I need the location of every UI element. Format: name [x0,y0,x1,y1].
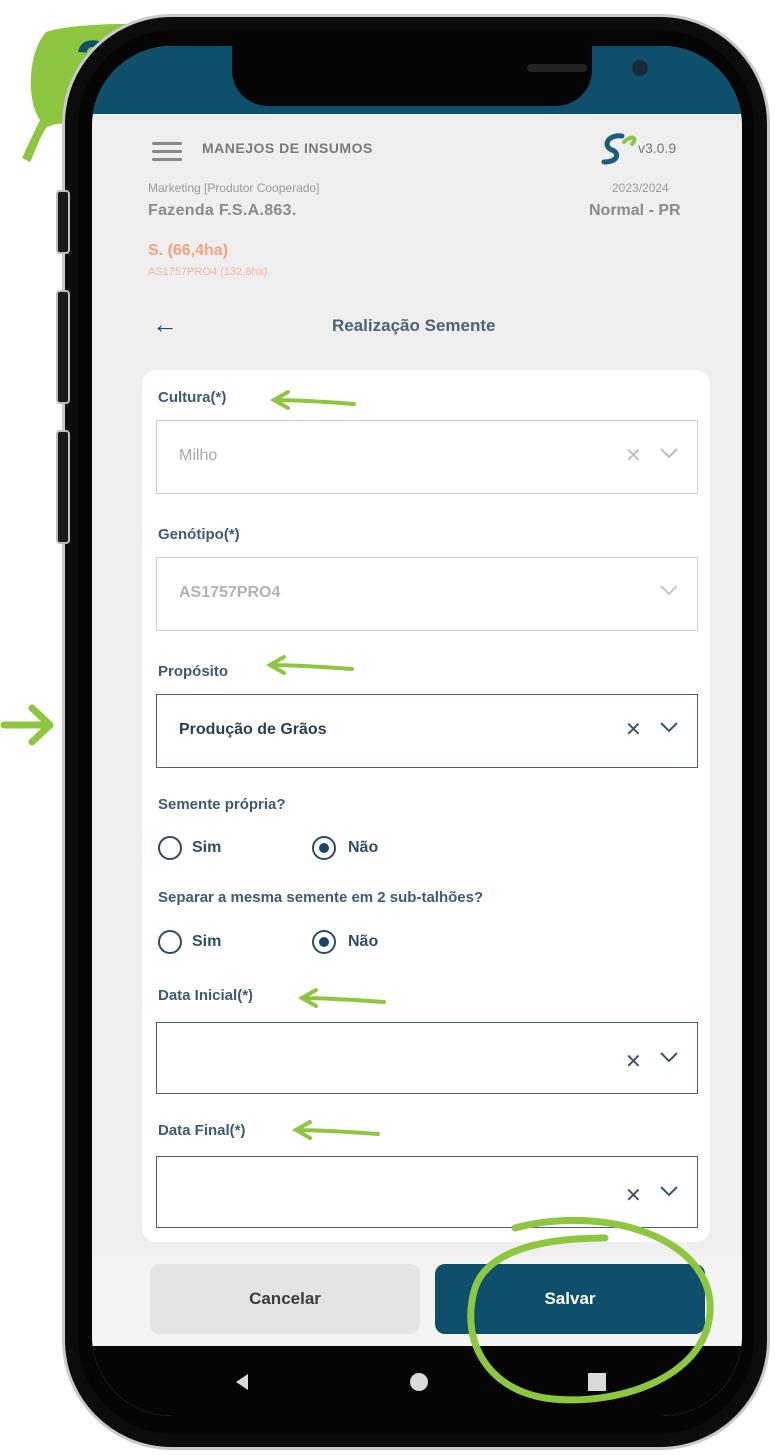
annotation-arrow-icon [297,988,386,1008]
app-version: v3.0.9 [638,140,677,156]
separar-nao-label[interactable]: Não [348,933,378,951]
nav-home-icon[interactable] [410,1373,428,1391]
semente-propria-label: Semente própria? [158,796,286,813]
field-name: S. (66,4ha) [148,242,229,259]
phone-side-button [56,190,70,254]
user-profile: Marketing [Produtor Cooperado] [148,181,320,195]
data-inicial-label: Data Inicial(*) [158,987,254,1004]
app-logo-icon [598,132,638,174]
semente-propria-nao-radio[interactable] [312,836,336,860]
separar-sim-radio[interactable] [158,930,182,954]
cancel-button[interactable]: Cancelar [150,1264,420,1334]
proposito-select[interactable]: Produção de Grãos ✕ [156,694,698,768]
highlight-circle-icon [467,1216,714,1404]
menu-icon[interactable] [152,142,182,161]
clear-icon[interactable]: ✕ [625,1183,642,1208]
page-title: Realização Semente [332,316,496,335]
separar-sim-label[interactable]: Sim [192,933,221,951]
semente-propria-sim-radio[interactable] [158,836,182,860]
chevron-down-icon[interactable] [659,717,679,740]
cultura-select[interactable]: Milho ✕ [156,420,698,494]
genotipo-label: Genótipo(*) [158,526,240,543]
chevron-down-icon[interactable] [659,443,679,466]
pointer-arrow-icon [0,704,54,746]
semente-propria-sim-label[interactable]: Sim [192,839,221,857]
phone-side-button [56,290,70,404]
app-title: MANEJOS DE INSUMOS [202,140,373,156]
front-camera [632,60,648,76]
proposito-label: Propósito [158,663,228,680]
semente-propria-nao-label[interactable]: Não [348,839,378,857]
separar-label: Separar a mesma semente em 2 sub-talhões… [158,889,484,906]
chevron-down-icon[interactable] [659,580,679,603]
nav-back-icon[interactable] [232,1372,252,1392]
annotation-arrow-icon [291,1120,380,1140]
annotation-arrow-icon [269,390,356,410]
phone-side-button [56,430,70,544]
clear-icon[interactable]: ✕ [625,1049,642,1074]
chevron-down-icon[interactable] [659,1181,679,1204]
clear-icon[interactable]: ✕ [625,443,642,468]
genotype-area: AS1757PRO4 (132,8ha) [148,266,268,278]
genotipo-select[interactable]: AS1757PRO4 [156,557,698,631]
farm-name: Fazenda F.S.A.863. [148,202,297,219]
season: 2023/2024 [612,181,669,195]
cultura-label: Cultura(*) [158,389,227,406]
proposito-value: Produção de Grãos [179,721,327,738]
phone-notch [232,46,648,106]
region: Normal - PR [589,202,681,219]
data-final-label: Data Final(*) [158,1122,246,1139]
separar-nao-radio[interactable] [312,930,336,954]
annotation-arrow-icon [265,655,354,675]
speaker [527,64,587,72]
clear-icon[interactable]: ✕ [625,717,642,742]
chevron-down-icon[interactable] [659,1047,679,1070]
genotipo-value: AS1757PRO4 [179,584,281,601]
cultura-value: Milho [179,447,218,464]
back-arrow-icon[interactable]: ← [152,309,178,340]
data-inicial-field[interactable]: ✕ [156,1022,698,1094]
